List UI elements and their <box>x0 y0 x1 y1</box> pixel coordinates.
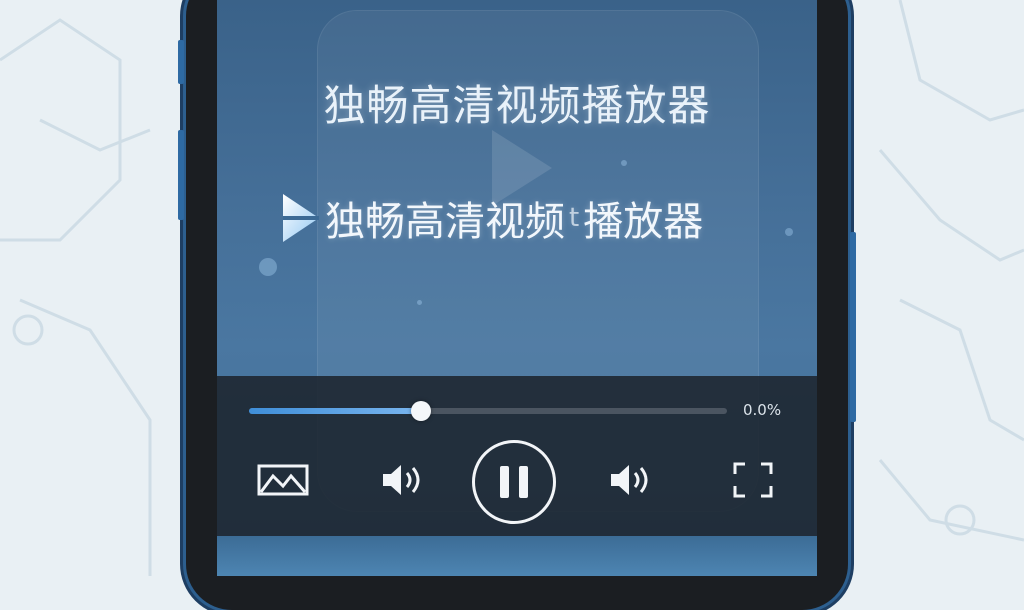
video-subtitle: 独畅高清视频 t 播放器 <box>281 190 703 246</box>
light-particle <box>259 258 277 276</box>
video-bottom-area <box>217 536 817 576</box>
volume-up-icon <box>611 465 648 495</box>
light-particle <box>621 160 627 166</box>
volume-down-icon <box>383 465 420 495</box>
pause-icon <box>519 466 528 498</box>
volume-down-button[interactable] <box>377 460 429 500</box>
fullscreen-icon <box>733 462 773 498</box>
phone-power-button <box>850 232 856 422</box>
progress-fill <box>249 408 422 414</box>
image-gallery-icon <box>257 464 309 496</box>
subtitle-text: 独畅高清视频 <box>325 199 565 245</box>
phone-side-button-lower <box>178 130 184 220</box>
progress-scrubber-handle[interactable] <box>411 401 432 421</box>
light-particle <box>785 228 793 236</box>
subtitle-glitch-char: t <box>569 203 580 233</box>
progress-track[interactable] <box>249 401 727 421</box>
subtitle-text-end: 播放器 <box>583 199 704 245</box>
pause-button[interactable] <box>472 440 556 524</box>
pause-icon <box>500 466 509 498</box>
phone-screen: 独畅高清视频播放器 独畅高清视频 t 播放器 0.0% <box>217 0 817 576</box>
fullscreen-button[interactable] <box>729 460 777 500</box>
volume-up-button[interactable] <box>605 460 657 500</box>
progress-percentage: 0.0% <box>743 401 782 419</box>
play-logo-icon <box>283 194 319 242</box>
phone-side-button-upper <box>178 40 184 84</box>
video-title: 独畅高清视频播放器 <box>323 81 711 130</box>
light-particle <box>417 300 422 305</box>
player-control-bar: 0.0% <box>217 376 817 536</box>
gallery-button[interactable] <box>255 460 311 500</box>
